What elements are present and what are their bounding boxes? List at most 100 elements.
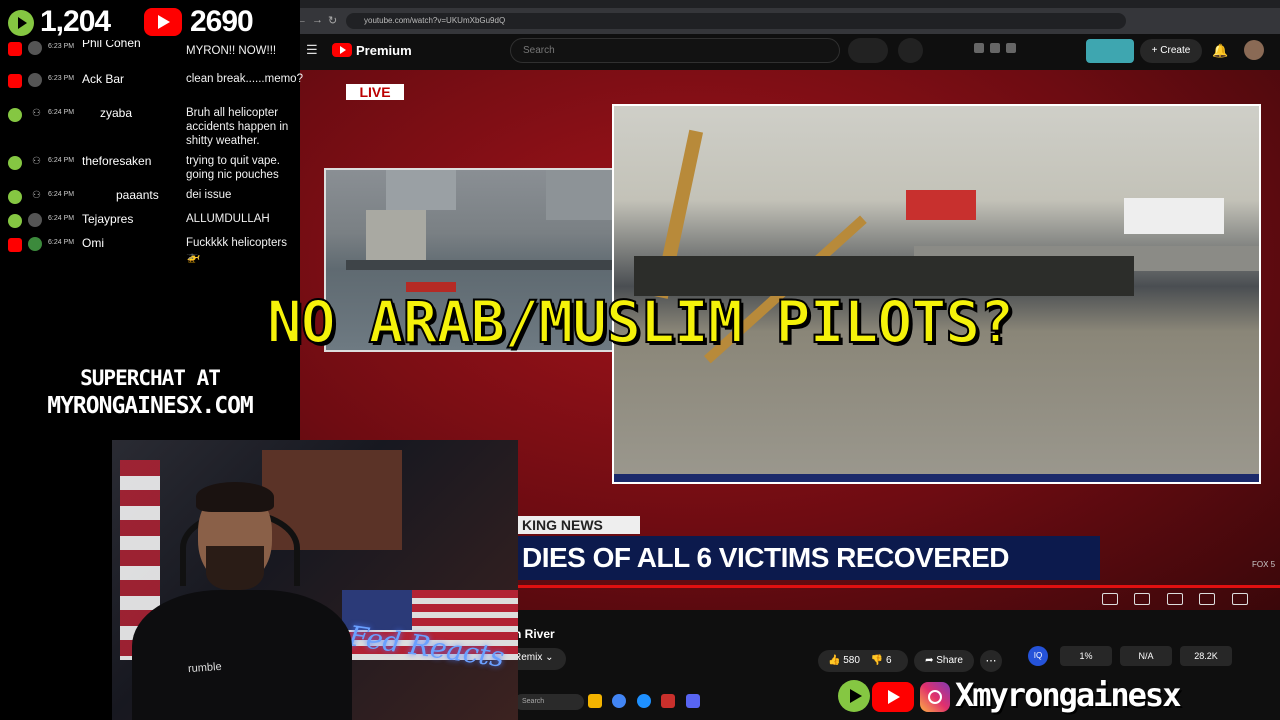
rumble-icon — [8, 214, 22, 228]
avatar[interactable] — [1244, 40, 1264, 60]
rumble-icon — [8, 108, 22, 122]
chat-username: Tejaypres — [82, 212, 134, 226]
dislike-count: 6 — [885, 655, 892, 666]
chat-text: clean break......memo? — [186, 73, 303, 85]
share-label: Share — [936, 655, 963, 666]
chat-username: Phil Cohen — [82, 40, 141, 50]
discord-icon[interactable] — [685, 694, 700, 708]
chat-time: 6:24 PM — [48, 109, 75, 116]
chat-message: ⚇ 6:24 PM theforesaken trying to quit va… — [6, 154, 298, 186]
chrome-icon[interactable] — [612, 694, 627, 708]
remix-label: Remix ⌄ — [514, 652, 554, 663]
menu-icon[interactable]: ☰ — [306, 42, 318, 58]
superchat-promo: SUPERCHAT AT MYRONGAINESX.COM — [0, 364, 300, 420]
settings-gear-icon[interactable] — [1166, 593, 1183, 605]
chat-text: Bruh all helicopter accidents happen in … — [186, 107, 289, 147]
chat-time: 6:24 PM — [48, 215, 75, 222]
avatar — [28, 237, 42, 251]
user-icon: ⚇ — [32, 156, 41, 167]
handle-text: myrongainesx — [972, 676, 1181, 714]
chat-time: 6:24 PM — [48, 239, 75, 246]
avatar — [28, 41, 42, 55]
share-button[interactable]: ➦ Share — [914, 650, 974, 672]
thumbs-down-icon[interactable]: 👎 — [871, 655, 883, 666]
captions-icon[interactable] — [1134, 593, 1151, 605]
social-handle: Xmyrongainesx — [955, 676, 1181, 714]
chat-message: 6:23 PM Phil Cohen SHUT THIS OFF MYRON!!… — [6, 40, 298, 68]
create-button[interactable]: + Create — [1140, 39, 1202, 63]
autoplay-toggle-icon[interactable] — [1102, 593, 1118, 605]
like-dislike-button[interactable]: 👍 580 👎 6 — [818, 650, 908, 672]
theater-mode-icon[interactable] — [1231, 593, 1248, 605]
news-headline: DIES OF ALL 6 VICTIMS RECOVERED — [510, 536, 1100, 580]
player-controls[interactable] — [1090, 592, 1280, 610]
taskbar-icons[interactable] — [588, 694, 706, 713]
chat-username: Ack Bar — [82, 72, 125, 86]
chat-time: 6:24 PM — [48, 157, 75, 164]
chat-message: ⚇ 6:24 PM paaants dei issue — [6, 188, 298, 208]
folder-icon[interactable] — [588, 694, 602, 708]
rumble-icon — [8, 156, 22, 170]
instagram-icon — [920, 682, 950, 712]
chevron-down-icon: ⌄ — [545, 652, 554, 663]
chat-message: 6:24 PM Tejaypres ALLUMDULLAH — [6, 212, 298, 232]
youtube-logo-icon[interactable] — [332, 43, 352, 57]
chat-text: trying to quit vape. going nic pouches — [186, 155, 280, 181]
reload-icon[interactable]: ↻ — [328, 14, 337, 27]
stats-extension-icon[interactable]: IQ — [1028, 646, 1048, 666]
shirt-logo: rumble — [187, 660, 223, 676]
x-icon: X — [955, 676, 974, 714]
youtube-icon — [144, 8, 182, 36]
extension-icons[interactable] — [974, 40, 1034, 60]
taskbar-search-input[interactable]: Search — [514, 694, 584, 710]
youtube-viewer-count: 2690 — [190, 5, 254, 38]
breaking-news-tag: KING NEWS — [510, 516, 640, 534]
stat-chip-3: 28.2K — [1180, 646, 1232, 666]
youtube-header: ☰ Premium Search + Create 🔔 — [288, 34, 1280, 68]
app-icon[interactable] — [661, 694, 676, 708]
user-icon: ⚇ — [32, 108, 41, 119]
rumble-icon — [8, 10, 34, 36]
rumble-viewer-count: 1,204 — [40, 5, 111, 38]
share-icon: ➦ — [925, 655, 937, 666]
youtube-icon — [872, 682, 914, 712]
tab-strip — [288, 0, 1280, 8]
like-count: 580 — [843, 655, 860, 666]
miniplayer-icon[interactable] — [1199, 593, 1216, 605]
more-options-icon[interactable]: ⋯ — [980, 650, 1002, 672]
address-bar-row: ← → ↻ youtube.com/watch?v=UKUmXbGu9dQ — [288, 8, 1280, 34]
chat-text: dei issue — [186, 189, 232, 201]
chat-time: 6:23 PM — [48, 75, 75, 82]
avatar — [28, 213, 42, 227]
bell-icon[interactable]: 🔔 — [1212, 43, 1228, 59]
network-logo: FOX 5 — [1252, 560, 1276, 569]
chat-username: Omi — [82, 236, 104, 250]
chat-username: paaants — [116, 188, 159, 202]
superchat-line1: SUPERCHAT AT — [80, 366, 221, 390]
chat-username: zyaba — [100, 106, 133, 120]
chat-message: ⚇ 6:24 PM zyaba Bruh all helicopter acci… — [6, 106, 298, 152]
youtube-search-input[interactable]: Search — [510, 38, 840, 63]
youtube-premium-label: Premium — [356, 43, 412, 58]
video-title: n River — [514, 627, 555, 641]
rumble-icon — [8, 190, 22, 204]
youtube-icon — [8, 74, 22, 88]
url-field[interactable]: youtube.com/watch?v=UKUmXbGu9dQ — [346, 13, 1126, 29]
forward-icon[interactable]: → — [312, 14, 323, 26]
remix-text: Remix — [514, 652, 543, 663]
chat-username: theforesaken — [82, 154, 152, 168]
chat-message: 6:24 PM Omi Fuckkkk helicopters 🚁 — [6, 236, 298, 268]
overlay-headline: NO ARAB/MUSLIM PILOTS? — [266, 287, 1015, 357]
chat-panel: 1,204 2690 6:23 PM Phil Cohen SHUT THIS … — [0, 0, 303, 440]
chat-message: 6:23 PM Ack Bar clean break......memo? — [6, 72, 303, 102]
avatar — [28, 73, 42, 87]
chat-time: 6:24 PM — [48, 191, 75, 198]
thumbs-up-icon[interactable]: 👍 — [828, 655, 840, 666]
chat-text: Fuckkkk helicopters 🚁 — [186, 237, 287, 263]
search-icon[interactable] — [848, 38, 888, 63]
extension-button[interactable] — [1086, 39, 1134, 63]
webcam-feed: Fed Reacts — [112, 440, 518, 720]
mic-icon[interactable] — [898, 38, 923, 63]
edge-icon[interactable] — [636, 694, 651, 708]
rumble-icon — [838, 680, 870, 712]
